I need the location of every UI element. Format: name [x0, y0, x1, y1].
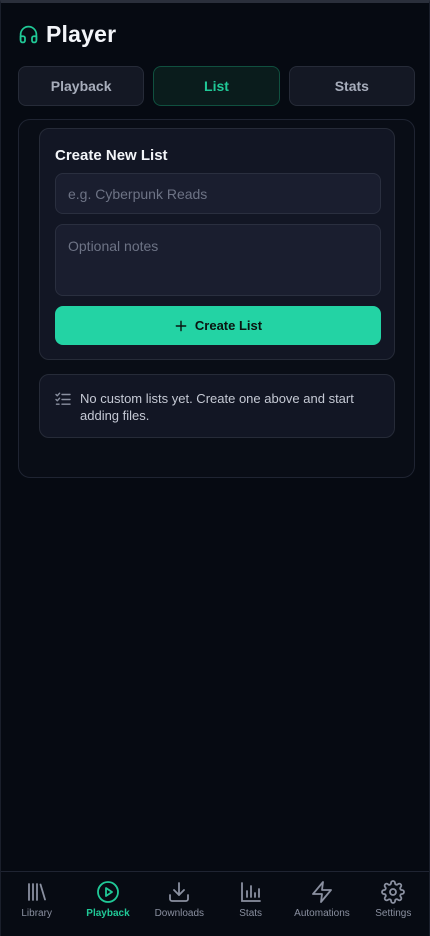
nav-item-playback[interactable]: Playback: [72, 872, 143, 936]
library-icon: [25, 880, 49, 904]
app-frame: Player Playback List Stats Create New Li…: [0, 0, 430, 936]
nav-item-downloads[interactable]: Downloads: [144, 872, 215, 936]
nav-label-settings: Settings: [375, 908, 412, 919]
nav-label-library: Library: [21, 908, 52, 919]
play-circle-icon: [96, 880, 120, 904]
bar-chart-icon: [239, 880, 263, 904]
nav-label-automations: Automations: [294, 908, 350, 919]
tab-playback[interactable]: Playback: [18, 66, 145, 106]
create-list-button-label: Create List: [194, 318, 263, 333]
tab-bar: Playback List Stats: [18, 66, 415, 106]
bottom-nav: Library Playback Downloads Stats Automat…: [1, 871, 429, 936]
page-header: Player: [18, 21, 116, 48]
nav-item-automations[interactable]: Automations: [286, 872, 357, 936]
empty-state-card: No custom lists yet. Create one above an…: [39, 374, 395, 438]
nav-item-stats[interactable]: Stats: [215, 872, 286, 936]
plus-icon: [174, 319, 188, 333]
nav-item-settings[interactable]: Settings: [358, 872, 429, 936]
lightning-icon: [310, 880, 334, 904]
nav-label-downloads: Downloads: [154, 908, 205, 919]
tab-list[interactable]: List: [153, 66, 280, 106]
gear-icon: [381, 880, 406, 904]
nav-item-library[interactable]: Library: [1, 872, 72, 936]
list-panel: Create New List Create List: [18, 119, 415, 478]
page-title: Player: [46, 21, 117, 47]
create-list-title: Create New List: [55, 147, 168, 164]
create-list-card: Create New List Create List: [39, 128, 395, 360]
headphones-icon: [18, 24, 39, 45]
checklist-icon: [55, 392, 71, 411]
list-name-input[interactable]: [55, 173, 381, 214]
download-icon: [167, 880, 191, 904]
nav-label-stats: Stats: [239, 908, 263, 919]
empty-state-text: No custom lists yet. Create one above an…: [80, 391, 354, 423]
tab-stats[interactable]: Stats: [288, 66, 415, 106]
nav-label-playback: Playback: [86, 908, 130, 919]
list-notes-input[interactable]: [55, 224, 381, 296]
create-list-button[interactable]: Create List: [55, 306, 381, 345]
